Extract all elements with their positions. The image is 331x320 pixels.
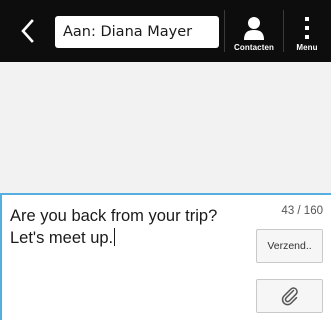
menu-label: Menu — [296, 43, 318, 52]
composer: Are you back from your trip? Let's meet … — [0, 193, 331, 320]
chevron-left-icon — [21, 19, 34, 43]
recipient-field[interactable]: Aan: Diana Mayer — [55, 16, 219, 48]
contacts-button[interactable]: Contacten — [228, 0, 280, 62]
contacts-label: Contacten — [233, 43, 274, 52]
vertical-dots-icon — [305, 17, 309, 39]
message-input[interactable]: Are you back from your trip? Let's meet … — [10, 205, 248, 249]
action-bar: Aan: Diana Mayer Contacten Menu — [0, 0, 331, 62]
conversation-area — [0, 62, 331, 193]
divider — [224, 10, 225, 52]
back-button[interactable] — [14, 14, 40, 48]
attach-button[interactable] — [256, 279, 323, 313]
menu-button[interactable]: Menu — [286, 0, 328, 62]
divider — [283, 10, 284, 52]
person-icon — [244, 17, 264, 40]
text-cursor — [114, 228, 116, 246]
send-button[interactable]: Verzend.. — [256, 229, 323, 263]
paperclip-icon — [281, 287, 298, 306]
messaging-screen: Aan: Diana Mayer Contacten Menu Are you … — [0, 0, 331, 320]
character-counter: 43 / 160 — [281, 205, 323, 217]
